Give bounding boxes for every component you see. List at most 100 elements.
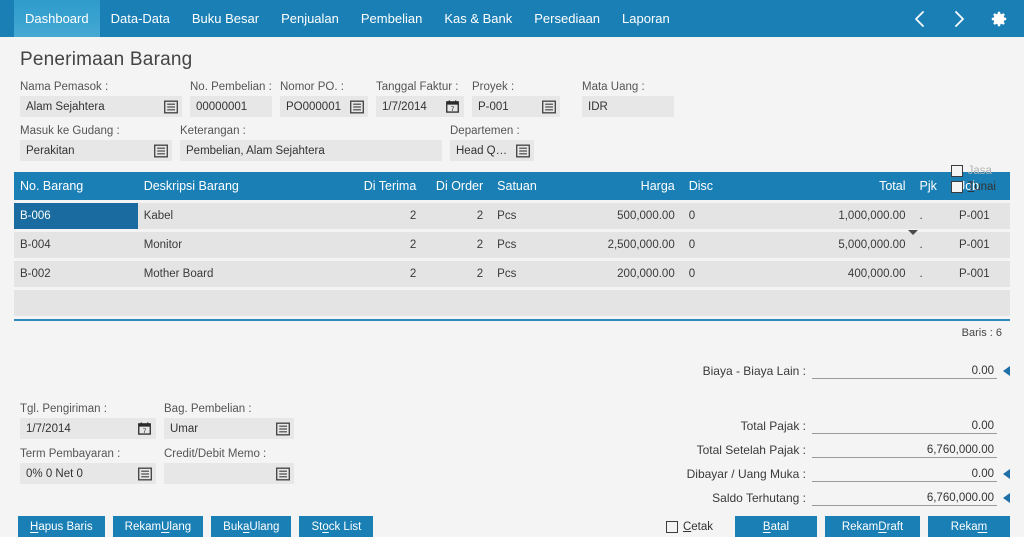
col-header-di-order[interactable]: Di Order bbox=[422, 179, 489, 193]
col-header-deskripsi[interactable]: Deskripsi Barang bbox=[138, 179, 324, 193]
col-header-disc[interactable]: Disc bbox=[681, 179, 755, 193]
col-header-satuan[interactable]: Satuan bbox=[489, 179, 568, 193]
rekam-button[interactable]: Reka m bbox=[928, 516, 1010, 537]
cell-deskripsi[interactable]: Kabel bbox=[138, 210, 324, 222]
departemen-input[interactable]: Head Quarte bbox=[450, 140, 534, 161]
cell-di-terima[interactable]: 2 bbox=[324, 210, 422, 222]
list-picker-icon[interactable] bbox=[275, 421, 290, 436]
cell-harga[interactable]: 2,500,000.00 bbox=[568, 239, 681, 251]
table-row[interactable]: B-004 Monitor 2 2 Pcs 2,500,000.00 0 5,0… bbox=[14, 232, 1010, 258]
chevron-right-icon[interactable] bbox=[948, 8, 970, 30]
cell-disc[interactable]: 0 bbox=[681, 210, 755, 222]
col-header-harga[interactable]: Harga bbox=[568, 179, 681, 193]
list-picker-icon[interactable] bbox=[349, 99, 364, 114]
jasa-checkbox[interactable] bbox=[950, 165, 963, 177]
cell-di-terima[interactable]: 2 bbox=[324, 239, 422, 251]
col-header-di-terima[interactable]: Di Terima bbox=[324, 179, 422, 193]
cell-deskripsi[interactable]: Monitor bbox=[138, 239, 324, 251]
rekam-draft-button[interactable]: Rekam Draft bbox=[825, 516, 920, 537]
chevron-left-icon[interactable] bbox=[908, 8, 930, 30]
hapus-baris-button[interactable]: Hapus Baris bbox=[18, 516, 105, 537]
checkbox-jasa[interactable]: Jasa bbox=[950, 165, 996, 177]
cell-satuan[interactable]: Pcs bbox=[489, 210, 568, 222]
nomor-po-input[interactable]: PO000001 bbox=[280, 96, 368, 117]
cell-pjk[interactable]: . bbox=[911, 210, 950, 222]
bag-pembelian-input[interactable]: Umar bbox=[164, 418, 294, 439]
selected-cell[interactable]: B-006 bbox=[14, 203, 138, 229]
cell-di-order[interactable]: 2 bbox=[422, 210, 489, 222]
cell-di-order[interactable]: 2 bbox=[422, 268, 489, 280]
cetak-checkbox[interactable] bbox=[665, 520, 678, 533]
proyek-input[interactable]: P-001 bbox=[472, 96, 560, 117]
total-pajak-value[interactable]: 0.00 bbox=[812, 420, 997, 434]
cell-di-terima[interactable]: 2 bbox=[324, 268, 422, 280]
cell-no-barang[interactable]: B-006 bbox=[14, 203, 138, 229]
cell-satuan[interactable]: Pcs bbox=[489, 239, 568, 251]
list-picker-icon[interactable] bbox=[137, 466, 152, 481]
dibayar-value[interactable]: 0.00 bbox=[812, 468, 997, 482]
nav-item-dashboard[interactable]: Dashboard bbox=[14, 0, 100, 37]
total-setelah-pajak-value[interactable]: 6,760,000.00 bbox=[812, 444, 997, 458]
table-row[interactable]: B-006 Kabel 2 2 Pcs 500,000.00 0 1,000,0… bbox=[14, 203, 1010, 229]
cell-harga[interactable]: 200,000.00 bbox=[568, 268, 681, 280]
arrow-left-icon[interactable] bbox=[1003, 469, 1010, 479]
saldo-terhutang-value[interactable]: 6,760,000.00 bbox=[812, 492, 997, 506]
cell-disc[interactable]: 0 bbox=[681, 239, 755, 251]
no-pembelian-input[interactable]: 00000001 bbox=[190, 96, 272, 117]
col-header-total[interactable]: Total bbox=[754, 179, 911, 193]
cell-total[interactable]: 400,000.00 bbox=[754, 268, 911, 280]
nav-item-persediaan[interactable]: Persediaan bbox=[523, 0, 611, 37]
list-picker-icon[interactable] bbox=[515, 143, 530, 158]
gear-icon[interactable] bbox=[988, 8, 1010, 30]
batal-button[interactable]: Batal bbox=[735, 516, 817, 537]
cell-di-order[interactable]: 2 bbox=[422, 239, 489, 251]
nav-item-pembelian[interactable]: Pembelian bbox=[350, 0, 433, 37]
arrow-left-icon[interactable] bbox=[1003, 493, 1010, 503]
biaya-lain-value[interactable]: 0.00 bbox=[812, 365, 997, 379]
cell-pjk[interactable]: . bbox=[911, 239, 950, 251]
nav-item-laporan[interactable]: Laporan bbox=[611, 0, 681, 37]
buka-ulang-button[interactable]: Buk a Ulang bbox=[211, 516, 292, 537]
cell-deskripsi[interactable]: Mother Board bbox=[138, 268, 324, 280]
col-header-no-barang[interactable]: No. Barang bbox=[14, 179, 138, 193]
chevron-down-icon[interactable] bbox=[908, 230, 918, 235]
calendar-icon[interactable]: 7 bbox=[137, 421, 152, 436]
list-picker-icon[interactable] bbox=[541, 99, 556, 114]
nav-item-buku-besar[interactable]: Buku Besar bbox=[181, 0, 270, 37]
nav-item-data-data[interactable]: Data-Data bbox=[100, 0, 181, 37]
keterangan-input[interactable]: Pembelian, Alam Sejahtera bbox=[180, 140, 442, 161]
calendar-icon[interactable]: 7 bbox=[445, 99, 460, 114]
cell-job[interactable]: P-001 bbox=[951, 268, 1010, 280]
tgl-pengiriman-input[interactable]: 1/7/2014 7 bbox=[20, 418, 156, 439]
tanggal-faktur-input[interactable]: 1/7/2014 7 bbox=[376, 96, 464, 117]
mata-uang-input[interactable]: IDR bbox=[582, 96, 674, 117]
cell-job[interactable]: P-001 bbox=[951, 210, 1010, 222]
nama-pemasok-input[interactable]: Alam Sejahtera bbox=[20, 96, 182, 117]
col-header-pjk[interactable]: Pjk bbox=[911, 179, 950, 193]
table-row[interactable]: B-002 Mother Board 2 2 Pcs 200,000.00 0 … bbox=[14, 261, 1010, 287]
nav-item-kas-bank[interactable]: Kas & Bank bbox=[433, 0, 523, 37]
credit-debit-memo-input[interactable] bbox=[164, 463, 294, 484]
masuk-ke-gudang-input[interactable]: Perakitan bbox=[20, 140, 172, 161]
cell-pjk[interactable]: . bbox=[911, 268, 950, 280]
checkbox-tunai[interactable]: Tunai bbox=[950, 181, 996, 193]
rekam-ulang-button[interactable]: Rekam Ulang bbox=[112, 516, 204, 537]
stock-list-button[interactable]: St o ck List bbox=[299, 516, 374, 537]
list-picker-icon[interactable] bbox=[163, 99, 178, 114]
cell-disc[interactable]: 0 bbox=[681, 268, 755, 280]
cell-job[interactable]: P-001 bbox=[951, 239, 1010, 251]
nav-item-penjualan[interactable]: Penjualan bbox=[270, 0, 350, 37]
cell-total[interactable]: 1,000,000.00 bbox=[754, 210, 911, 222]
cell-no-barang[interactable]: B-002 bbox=[14, 268, 138, 280]
cell-no-barang[interactable]: B-004 bbox=[14, 239, 138, 251]
cell-total[interactable]: 5,000,000.00 bbox=[754, 239, 911, 251]
list-picker-icon[interactable] bbox=[275, 466, 290, 481]
tunai-checkbox[interactable] bbox=[950, 181, 963, 193]
table-row-empty[interactable] bbox=[14, 290, 1010, 316]
term-pembayaran-input[interactable]: 0% 0 Net 0 bbox=[20, 463, 156, 484]
cell-harga[interactable]: 500,000.00 bbox=[568, 210, 681, 222]
list-picker-icon[interactable] bbox=[153, 143, 168, 158]
arrow-left-icon[interactable] bbox=[1003, 366, 1010, 376]
checkbox-cetak[interactable]: Cetak bbox=[665, 520, 713, 533]
cell-satuan[interactable]: Pcs bbox=[489, 268, 568, 280]
